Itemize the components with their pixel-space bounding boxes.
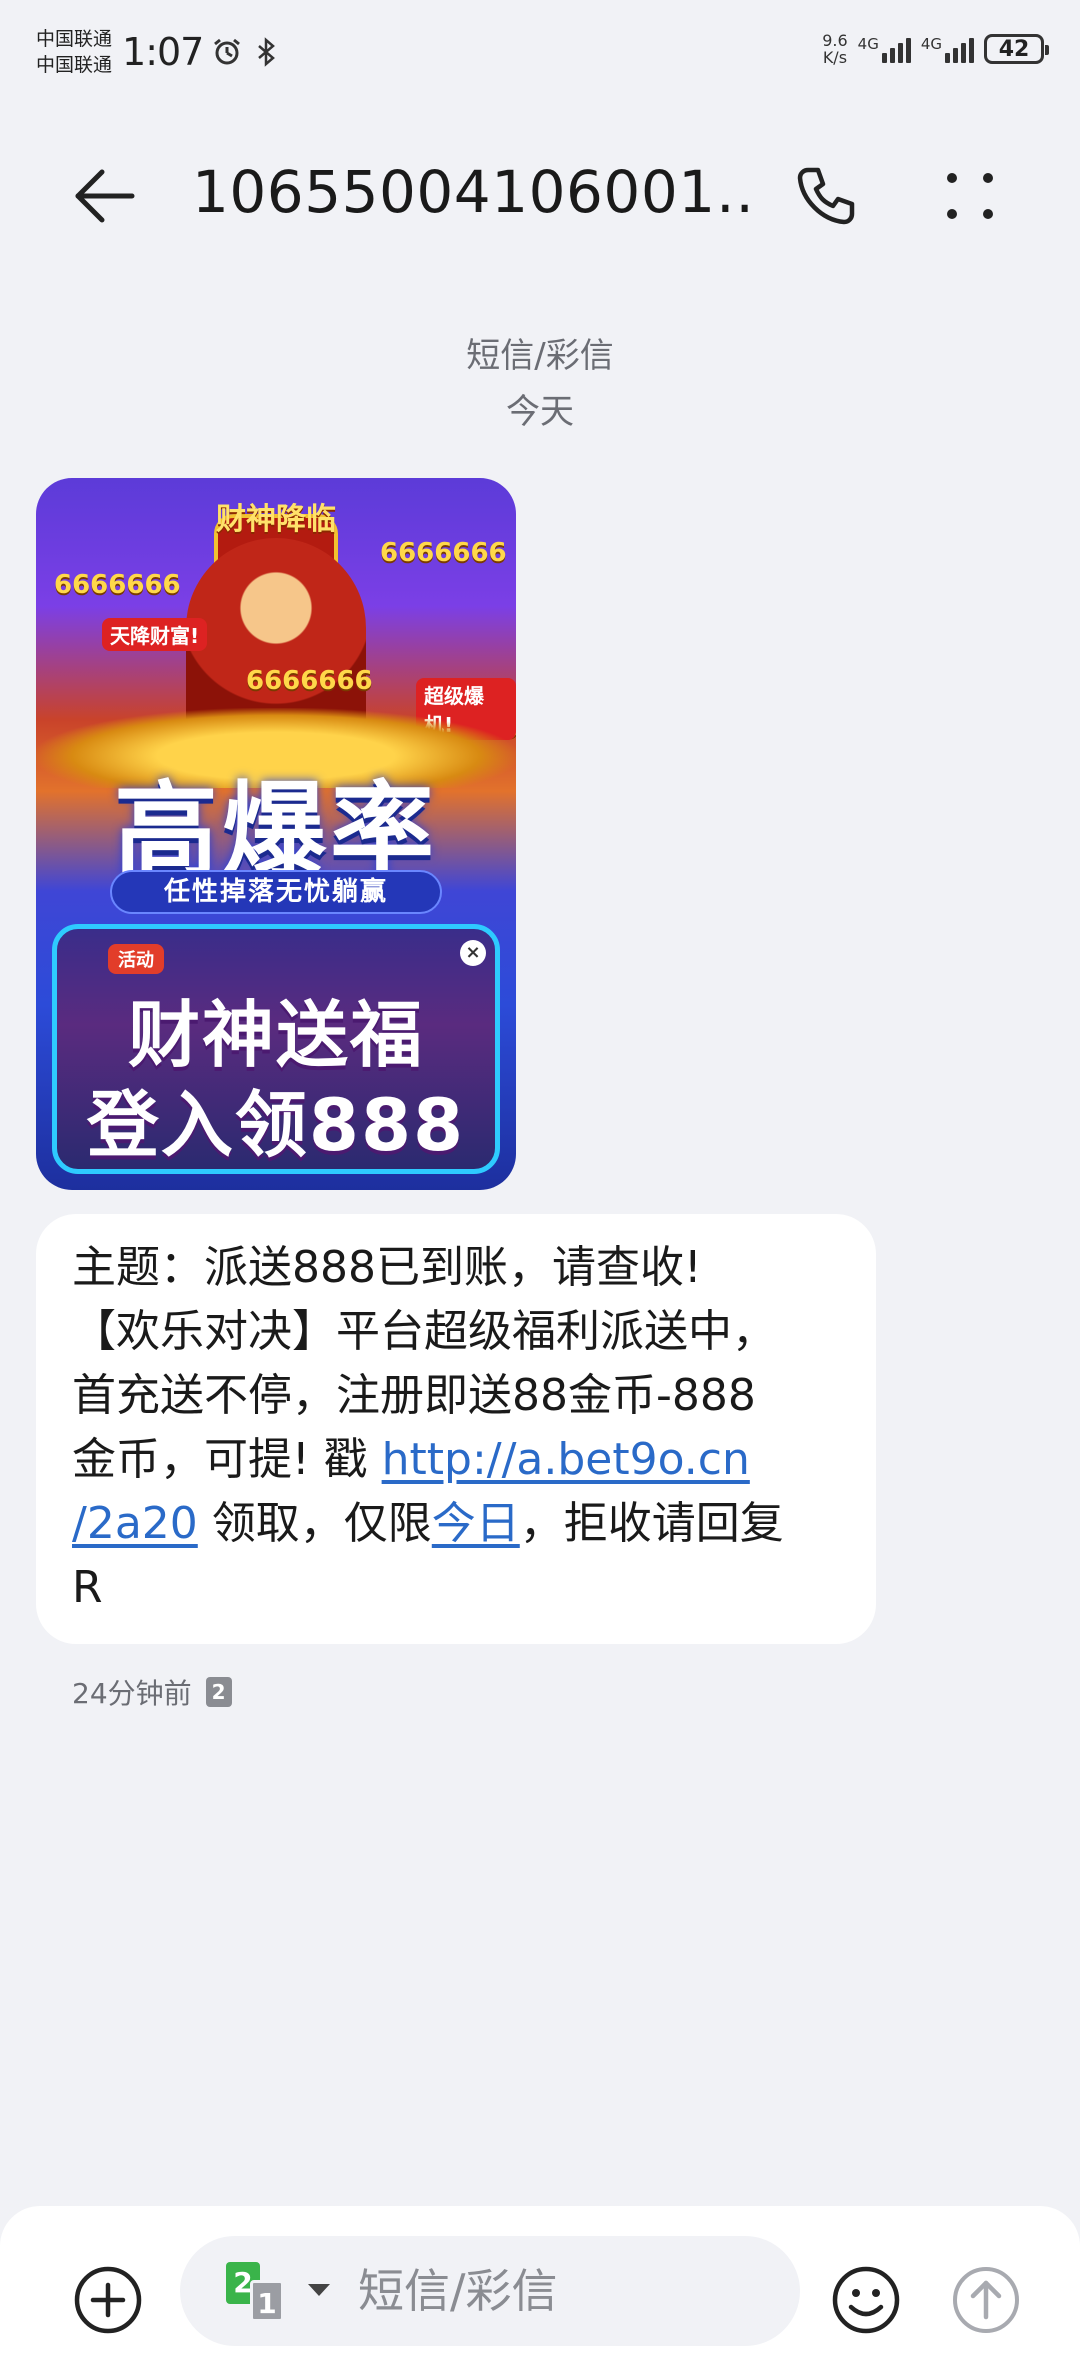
message-text-segment: 领取，仅限	[197, 1498, 432, 1549]
date-divider: 今天	[506, 392, 574, 432]
message-line: R	[72, 1562, 103, 1613]
coin-counter: 6666666	[54, 570, 181, 600]
message-text: 主题：派送888已到账，请查收! 【欢乐对决】平台超级福利派送中， 首充送不停，…	[72, 1236, 852, 1620]
message-text-segment: ，拒收请回复	[519, 1498, 784, 1549]
coin-counter: 6666666	[380, 538, 507, 568]
signal-2: 4G	[921, 35, 974, 63]
coin-counter: 6666666	[246, 666, 373, 696]
emoji-button[interactable]	[828, 2262, 904, 2338]
battery-level: 42	[998, 36, 1030, 62]
speed-value: 9.6	[822, 31, 848, 50]
add-icon	[74, 2266, 142, 2334]
sim-badge: 2	[205, 1677, 232, 1707]
mms-image[interactable]: 财神降临 6666666 6666666 6666666 6666666 天降财…	[36, 478, 516, 1190]
more-button[interactable]	[934, 160, 1006, 232]
image-banner-text: 财神降临	[216, 502, 336, 537]
net-type-2: 4G	[920, 35, 942, 53]
speed-unit: K/s	[822, 48, 848, 67]
sim-switch-icon[interactable]: 2 1	[226, 2262, 302, 2322]
message-input[interactable]	[358, 2260, 758, 2322]
message-line: 首充送不停，注册即送88金币-888	[72, 1370, 756, 1421]
status-right: 9.6 K/s 4G 4G 42	[822, 26, 1049, 66]
panel-tag: 活动	[108, 944, 164, 974]
message-link[interactable]: http://a.bet9o.cn	[382, 1434, 750, 1485]
compose-input-container: 2 1	[180, 2236, 800, 2346]
time-ago: 24分钟前	[72, 1677, 192, 1710]
net-speed: 9.6 K/s	[822, 32, 847, 66]
message-line: /2a20 领取，仅限今日，拒收请回复	[72, 1492, 852, 1556]
message-line: 金币，可提! 戳 http://a.bet9o.cn	[72, 1428, 852, 1492]
carrier-2: 中国联通	[36, 54, 113, 76]
message-line: 主题：派送888已到账，请查收!	[72, 1242, 702, 1293]
message-type-label: 短信/彩信	[466, 336, 614, 376]
status-bar: 中国联通 中国联通 1:07 9.6 K/s 4G 4G 42	[0, 0, 1080, 120]
more-icon	[947, 173, 993, 219]
message-line: 【欢乐对决】平台超级福利派送中，	[72, 1306, 776, 1357]
image-line-2: 登入领888	[86, 1083, 466, 1167]
bluetooth-icon	[251, 36, 283, 68]
sim-secondary: 1	[250, 2280, 284, 2322]
page-title: 10655004106001…	[192, 158, 752, 226]
signal-1: 4G	[858, 35, 911, 63]
back-arrow-icon	[75, 169, 135, 223]
carrier-1: 中国联通	[36, 28, 113, 50]
image-tag-left: 天降财富!	[102, 618, 208, 651]
signal-icon	[945, 35, 974, 63]
conversation-header: 10655004106001…	[0, 140, 1080, 250]
date-link[interactable]: 今日	[432, 1498, 520, 1549]
alarm-icon	[211, 36, 243, 68]
carriers: 中国联通 中国联通	[36, 26, 112, 78]
message-link[interactable]: /2a20	[72, 1498, 198, 1549]
net-type-1: 4G	[857, 35, 879, 53]
send-icon	[953, 2267, 1019, 2333]
message-text-segment: 金币，可提! 戳	[72, 1434, 382, 1485]
send-button[interactable]	[948, 2262, 1024, 2338]
back-button[interactable]	[68, 164, 140, 228]
composer-bar: 2 1	[0, 2206, 1080, 2376]
message-bubble[interactable]: 主题：派送888已到账，请查收! 【欢乐对决】平台超级福利派送中， 首充送不停，…	[36, 1214, 876, 1644]
signal-icon	[881, 35, 911, 63]
emoji-icon	[832, 2266, 900, 2334]
close-icon: ×	[460, 940, 486, 966]
add-attachment-button[interactable]	[70, 2262, 146, 2338]
image-subheadline: 任性掉落无忧躺赢	[110, 870, 442, 914]
phone-icon	[797, 167, 855, 225]
call-button[interactable]	[790, 160, 862, 232]
clock: 1:07	[122, 30, 204, 74]
battery-icon: 42	[984, 34, 1049, 64]
status-left: 中国联通 中国联通 1:07	[36, 26, 283, 78]
message-timestamp: 24分钟前 2	[72, 1672, 232, 1712]
chevron-down-icon[interactable]	[308, 2284, 330, 2296]
